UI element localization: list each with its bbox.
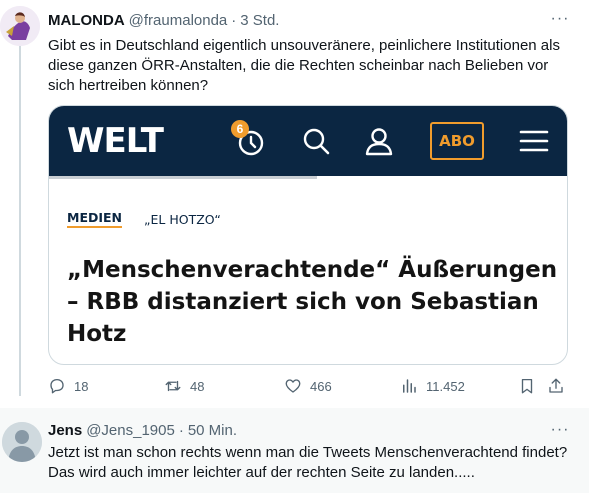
retweet-count: 48 xyxy=(190,378,205,394)
reading-progress-bar xyxy=(49,176,317,179)
kicker-category: MEDIEN xyxy=(67,210,123,228)
welt-logo: WELT xyxy=(67,121,164,161)
notification-badge: 6 xyxy=(231,120,249,138)
retweet-icon xyxy=(165,380,181,392)
separator-dot: · xyxy=(178,421,184,439)
article-kicker: MEDIEN „EL HOTZO“ xyxy=(67,210,221,228)
bookmark-button[interactable] xyxy=(518,374,544,398)
link-preview-card[interactable]: WELT 6 ABO MEDIEN „EL HOTZO“ „Menschenve… xyxy=(48,105,568,365)
display-name[interactable]: MALONDA xyxy=(48,12,125,29)
share-button[interactable] xyxy=(547,374,573,398)
reply-count: 18 xyxy=(74,378,89,394)
welt-navbar: WELT 6 ABO xyxy=(49,106,567,176)
bookmark-icon xyxy=(521,378,533,394)
tweet-text: Jetzt ist man schon rechts wenn man die … xyxy=(48,444,568,481)
tweet-header: Jens @Jens_1905 · 50 Min. xyxy=(48,420,237,440)
timestamp[interactable]: 50 Min. xyxy=(188,422,237,439)
reply-button[interactable]: 18 xyxy=(48,374,88,398)
separator-dot: · xyxy=(231,11,237,29)
display-name[interactable]: Jens xyxy=(48,422,82,439)
tweet-malonda[interactable]: MALONDA @fraumalonda · 3 Std. ··· Gibt e… xyxy=(0,0,589,408)
retweet-button[interactable]: 48 xyxy=(164,374,204,398)
menu-icon xyxy=(519,130,549,152)
views-count: 11.452 xyxy=(426,378,465,394)
more-options-button[interactable]: ··· xyxy=(549,9,571,29)
reply-icon xyxy=(50,378,64,394)
views-button[interactable]: 11.452 xyxy=(400,374,465,398)
article-headline: „Menschenverachtende“ Äußerungen – RBB d… xyxy=(67,257,558,347)
abo-button: ABO xyxy=(430,122,484,160)
share-icon xyxy=(549,378,563,393)
tweet-actions: 18 48 466 11.452 xyxy=(48,374,568,398)
tweet-text: Gibt es in Deutschland eigentlich unsouv… xyxy=(48,37,560,94)
timestamp[interactable]: 3 Std. xyxy=(240,12,279,29)
user-handle[interactable]: @Jens_1905 xyxy=(86,422,175,439)
user-icon xyxy=(365,128,393,156)
user-handle[interactable]: @fraumalonda xyxy=(129,12,228,29)
more-options-button[interactable]: ··· xyxy=(549,420,571,440)
like-button[interactable]: 466 xyxy=(284,374,332,398)
kicker-topic: „EL HOTZO“ xyxy=(144,211,221,227)
avatar[interactable] xyxy=(0,6,40,46)
heart-icon xyxy=(285,379,301,393)
views-icon xyxy=(403,379,416,393)
avatar[interactable] xyxy=(2,422,42,462)
search-icon xyxy=(303,128,330,155)
like-count: 466 xyxy=(310,378,332,394)
tweet-header: MALONDA @fraumalonda · 3 Std. xyxy=(48,10,279,30)
